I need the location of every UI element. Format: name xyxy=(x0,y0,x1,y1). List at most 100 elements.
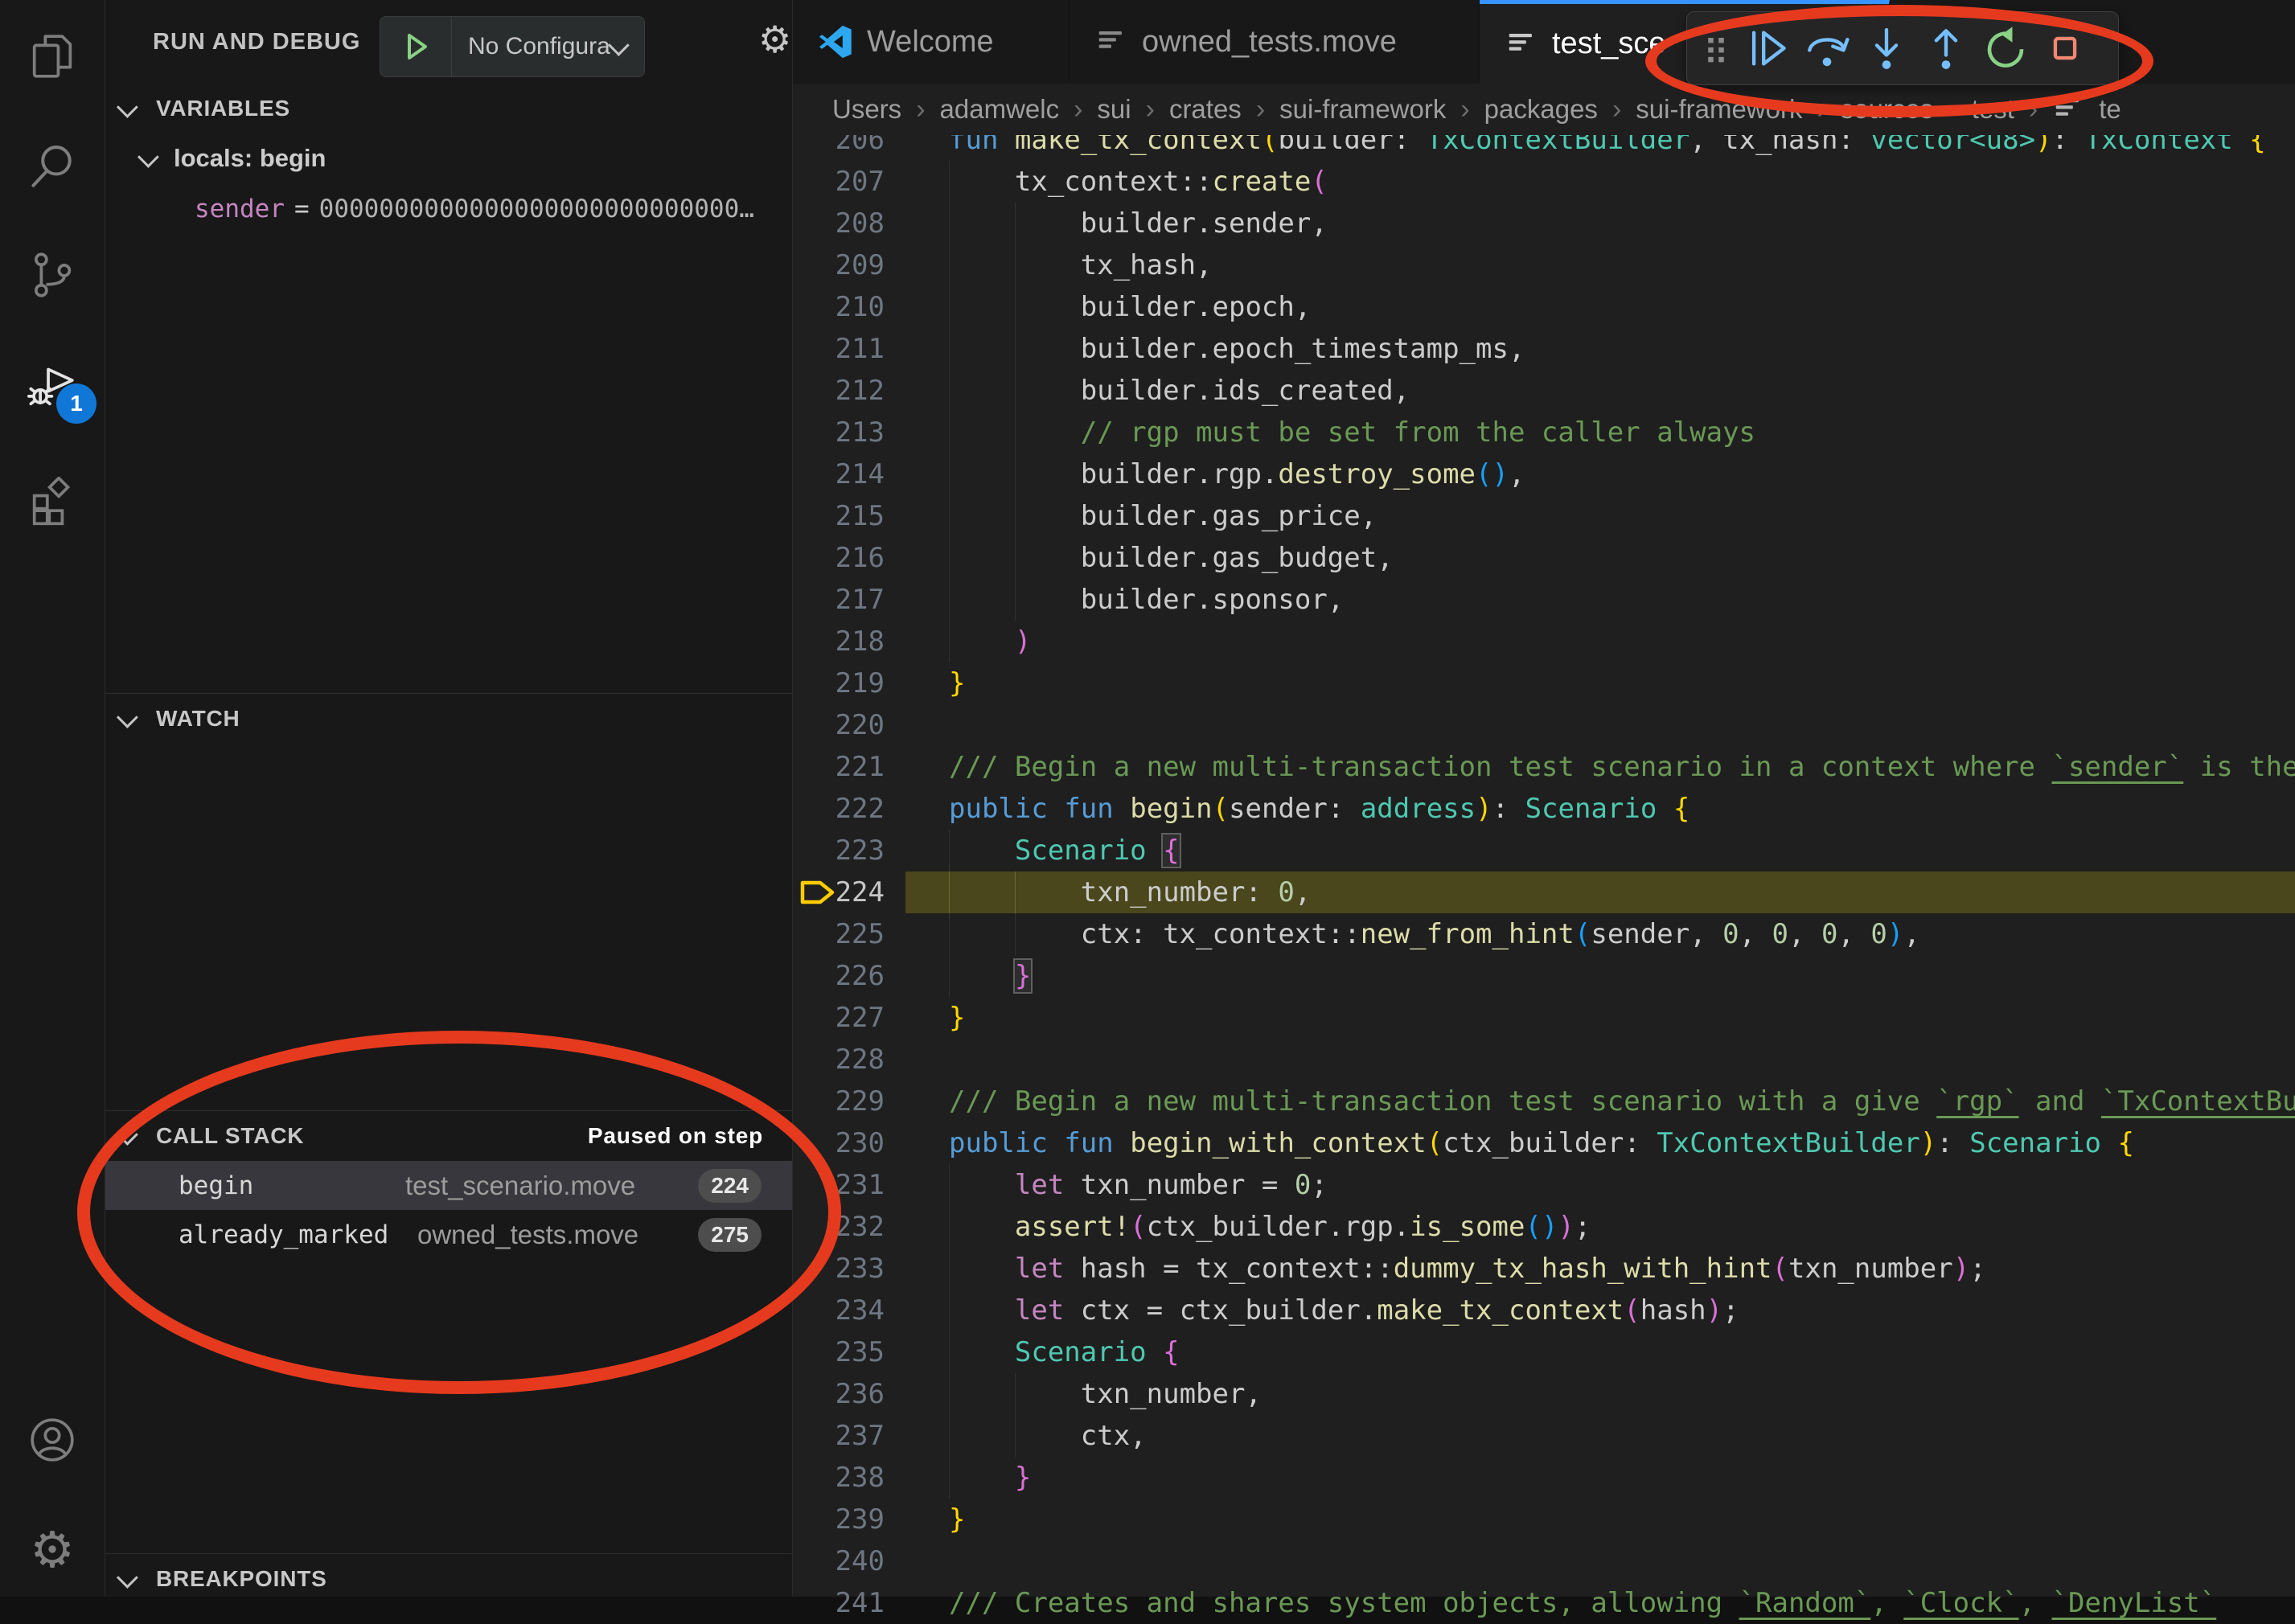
breadcrumb-item[interactable]: adamwelc xyxy=(940,94,1060,125)
line-number[interactable]: 215 xyxy=(793,495,885,537)
tab-welcome[interactable]: Welcome xyxy=(793,0,1069,84)
line-number[interactable]: 234 xyxy=(793,1290,885,1331)
stop-icon[interactable] xyxy=(2036,19,2094,77)
code-line[interactable]: builder.epoch, xyxy=(1081,286,1312,328)
breadcrumb[interactable]: Users›adamwelc›sui›crates›sui-framework›… xyxy=(793,84,2295,135)
source-control-icon[interactable] xyxy=(0,230,105,320)
line-number[interactable]: 216 xyxy=(793,537,885,579)
breadcrumb-file[interactable]: te xyxy=(2099,94,2121,125)
line-number[interactable]: 224 xyxy=(793,871,885,913)
line-number[interactable]: 207 xyxy=(793,161,885,203)
breadcrumb-item[interactable]: sui-framework xyxy=(1636,94,1802,125)
line-number[interactable]: 226 xyxy=(793,955,885,997)
line-number[interactable]: 209 xyxy=(793,244,885,286)
line-number[interactable]: 235 xyxy=(793,1331,885,1373)
code-line[interactable]: let txn_number = 0; xyxy=(1015,1164,1328,1206)
code-line[interactable]: } xyxy=(1015,1457,1031,1499)
code-line[interactable]: builder.ids_created, xyxy=(1081,370,1410,412)
extensions-icon[interactable] xyxy=(0,457,105,547)
line-number[interactable]: 220 xyxy=(793,704,885,746)
breadcrumb-item[interactable]: crates xyxy=(1169,94,1242,125)
line-number[interactable]: 231 xyxy=(793,1164,885,1206)
line-number[interactable]: 228 xyxy=(793,1039,885,1081)
breadcrumb-item[interactable]: sources xyxy=(1841,94,1934,125)
search-icon[interactable] xyxy=(0,121,105,211)
line-number[interactable]: 222 xyxy=(793,788,885,830)
code-line[interactable]: builder.sponsor, xyxy=(1081,579,1345,621)
line-number[interactable]: 241 xyxy=(793,1582,885,1624)
code-line[interactable]: builder.epoch_timestamp_ms, xyxy=(1081,328,1525,370)
breadcrumb-item[interactable]: packages xyxy=(1484,94,1598,125)
line-number[interactable]: 210 xyxy=(793,286,885,328)
step-over-icon[interactable] xyxy=(1798,19,1856,77)
code-line[interactable]: txn_number: 0, xyxy=(1081,871,1312,913)
call-stack-frame[interactable]: already_markedowned_tests.move275 xyxy=(105,1210,792,1259)
line-number[interactable]: 212 xyxy=(793,370,885,412)
code-line[interactable]: public fun begin(sender: address): Scena… xyxy=(949,788,1689,830)
line-number[interactable]: 225 xyxy=(793,913,885,955)
line-number[interactable]: 238 xyxy=(793,1457,885,1499)
breadcrumb-item[interactable]: test xyxy=(1972,94,2014,125)
line-number[interactable]: 239 xyxy=(793,1499,885,1540)
watch-section-header[interactable]: WATCH xyxy=(105,695,792,743)
step-into-icon[interactable] xyxy=(1858,19,1915,77)
code-area[interactable]: 206fun make_tx_context(builder: TxContex… xyxy=(793,0,2295,1597)
line-number[interactable]: 211 xyxy=(793,328,885,370)
code-line[interactable]: assert!(ctx_builder.rgp.is_some()); xyxy=(1015,1206,1591,1248)
code-line[interactable]: } xyxy=(949,662,965,704)
code-line[interactable]: tx_context::create( xyxy=(1015,161,1328,203)
account-icon[interactable] xyxy=(0,1395,105,1485)
breadcrumb-item[interactable]: sui-framework xyxy=(1279,94,1446,125)
line-number[interactable]: 237 xyxy=(793,1415,885,1457)
code-line[interactable]: tx_hash, xyxy=(1081,244,1213,286)
debug-config-dropdown[interactable]: No Configura xyxy=(380,16,645,77)
settings-gear-icon[interactable]: ⚙ xyxy=(0,1505,105,1595)
step-out-icon[interactable] xyxy=(1917,19,1975,77)
line-number[interactable]: 221 xyxy=(793,746,885,788)
code-line[interactable]: } xyxy=(949,997,965,1039)
breakpoints-section-header[interactable]: BREAKPOINTS xyxy=(105,1555,792,1603)
files-icon[interactable] xyxy=(0,11,105,101)
code-line[interactable]: let hash = tx_context::dummy_tx_hash_wit… xyxy=(1015,1248,1986,1290)
code-line[interactable]: builder.sender, xyxy=(1081,203,1328,244)
continue-icon[interactable] xyxy=(1739,19,1796,77)
line-number[interactable]: 232 xyxy=(793,1206,885,1248)
code-line[interactable]: } xyxy=(949,1499,965,1540)
code-line[interactable]: public fun begin_with_context(ctx_builde… xyxy=(949,1122,2134,1164)
line-number[interactable]: 229 xyxy=(793,1081,885,1122)
restart-icon[interactable] xyxy=(1977,19,2034,77)
code-line[interactable]: ) xyxy=(1015,621,1031,662)
call-stack-section-header[interactable]: CALL STACK Paused on step xyxy=(105,1112,792,1160)
tab-owned-tests-move[interactable]: owned_tests.move xyxy=(1069,0,1480,84)
code-line[interactable]: /// Begin a new multi-transaction test s… xyxy=(949,746,2295,788)
line-number[interactable]: 230 xyxy=(793,1122,885,1164)
code-line[interactable]: builder.rgp.destroy_some(), xyxy=(1081,453,1525,495)
breadcrumb-item[interactable]: sui xyxy=(1097,94,1131,125)
debug-settings-gear-icon[interactable]: ⚙ xyxy=(758,18,791,61)
variables-scope-row[interactable]: locals: begin xyxy=(105,135,792,182)
code-line[interactable]: /// Creates and shares system objects, a… xyxy=(949,1582,2216,1624)
line-number[interactable]: 214 xyxy=(793,453,885,495)
line-number[interactable]: 208 xyxy=(793,203,885,244)
code-line[interactable]: txn_number, xyxy=(1081,1373,1262,1415)
breadcrumb-item[interactable]: Users xyxy=(832,94,901,125)
code-line[interactable]: builder.gas_price, xyxy=(1081,495,1377,537)
code-line[interactable]: let ctx = ctx_builder.make_tx_context(ha… xyxy=(1015,1290,1739,1331)
variable-row[interactable]: sender = 0000000000000000000000000000… xyxy=(195,187,790,232)
line-number[interactable]: 233 xyxy=(793,1248,885,1290)
line-number[interactable]: 218 xyxy=(793,621,885,662)
line-number[interactable]: 217 xyxy=(793,579,885,621)
code-line[interactable]: } xyxy=(1015,955,1031,997)
debug-alt-icon[interactable]: 1 xyxy=(0,343,105,433)
line-number[interactable]: 236 xyxy=(793,1373,885,1415)
line-number[interactable]: 223 xyxy=(793,830,885,871)
code-line[interactable]: // rgp must be set from the caller alway… xyxy=(1081,412,1755,453)
line-number[interactable]: 213 xyxy=(793,412,885,453)
code-line[interactable]: Scenario { xyxy=(1015,1331,1180,1373)
line-number[interactable]: 219 xyxy=(793,662,885,704)
line-number[interactable]: 227 xyxy=(793,997,885,1039)
code-line[interactable]: /// Begin a new multi-transaction test s… xyxy=(949,1081,2295,1122)
variables-section-header[interactable]: VARIABLES xyxy=(105,84,792,133)
code-line[interactable]: ctx: tx_context::new_from_hint(sender, 0… xyxy=(1081,913,1920,955)
code-line[interactable]: Scenario { xyxy=(1015,830,1180,871)
